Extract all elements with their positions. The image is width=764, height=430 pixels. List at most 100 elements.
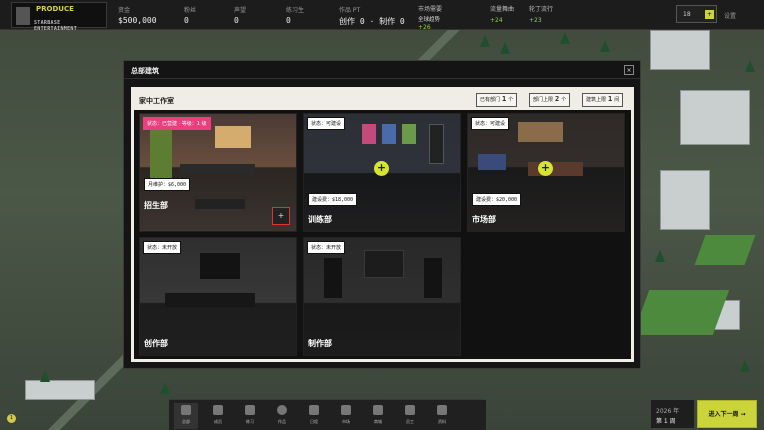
nav-data[interactable]: 资料 <box>430 403 454 429</box>
trend-value: +23 <box>529 17 542 24</box>
nav-label: 员工 <box>406 419 414 424</box>
department-name: 市场部 <box>472 215 496 224</box>
person-icon <box>213 405 223 415</box>
speed-control[interactable]: 18 + <box>676 5 717 23</box>
tree <box>560 32 570 44</box>
department-name: 训练部 <box>308 215 332 224</box>
nav-label: 资料 <box>438 419 446 424</box>
tree <box>655 250 665 262</box>
upkeep-label: 月维护：$6,000 <box>144 178 191 191</box>
nav-label: 总部 <box>182 419 190 424</box>
building-icon <box>181 405 191 415</box>
building <box>680 90 750 145</box>
control-plus-button[interactable]: + <box>705 10 714 19</box>
stat-label: 资金 <box>118 7 131 14</box>
trend-dance[interactable]: 流量舞曲 +24 <box>490 4 514 24</box>
tree <box>160 382 170 394</box>
nav-hq[interactable]: 总部 <box>174 403 198 429</box>
week-label: 第 1 周 <box>656 418 676 425</box>
logo-mark-icon <box>16 7 30 25</box>
document-icon <box>437 405 447 415</box>
nav-label: 商城 <box>374 419 382 424</box>
stat-trainees: 练习生 0 <box>286 5 304 25</box>
nav-label: 作品 <box>278 419 286 424</box>
status-tag: 状态：可建设 <box>307 117 346 130</box>
staff-icon <box>405 405 415 415</box>
nav-staff[interactable]: 员工 <box>398 403 422 429</box>
build-cost-label: 建设费：$18,000 <box>308 193 358 206</box>
logo-title: PRODUCE <box>36 5 74 13</box>
department-name: 招生部 <box>144 201 168 210</box>
stat-works: 作品 PT 创作 0 · 制作 0 <box>339 5 405 27</box>
stat-label: 作品 PT <box>339 7 361 14</box>
studio-header: 家中工作室 已有部门 1 个 部门上限 2 个 建筑上限 1 间 <box>134 90 631 110</box>
pill-unit: 个 <box>561 97 567 103</box>
stat-label: 练习生 <box>286 7 305 14</box>
department-card-marketing[interactable]: 状态：可建设 + 建设费：$20,000 市场部 <box>467 113 625 232</box>
notification-badge[interactable]: 1 <box>7 414 16 423</box>
pill-label: 部门上限 <box>533 97 554 103</box>
game-screen: PRODUCE STARBASE ENTERTAINMENT 资金 $500,0… <box>0 0 764 430</box>
nav-schedule[interactable]: 日程 <box>302 403 326 429</box>
pill-label: 建筑上限 <box>586 97 607 103</box>
build-cost-label: 建设费：$20,000 <box>472 193 522 206</box>
building <box>660 170 710 230</box>
pill-label: 已有部门 <box>480 97 501 103</box>
tree <box>40 370 50 382</box>
shop-icon <box>373 405 383 415</box>
department-card-training[interactable]: 状态：可建设 + 建设费：$18,000 训练部 <box>303 113 461 232</box>
stat-value: 创作 0 · 制作 0 <box>339 17 405 26</box>
close-button[interactable]: × <box>624 65 634 75</box>
top-bar: PRODUCE STARBASE ENTERTAINMENT 资金 $500,0… <box>0 0 764 32</box>
stat-label: 声望 <box>234 7 247 14</box>
tree <box>745 60 755 72</box>
build-button[interactable]: + <box>374 161 389 176</box>
dialog-header: 总部建筑 × <box>124 61 640 79</box>
building <box>650 30 710 70</box>
settings-button[interactable]: 设置 <box>724 11 736 20</box>
nav-label: 练习 <box>246 419 254 424</box>
trend-title: 流量舞曲 <box>490 6 515 13</box>
trend-pop[interactable]: 轮丁流行 +23 <box>529 4 553 24</box>
pill-unit: 个 <box>508 97 514 103</box>
tree <box>480 35 490 47</box>
tree <box>600 40 610 52</box>
nav-members[interactable]: 成员 <box>206 403 230 429</box>
add-staff-button[interactable]: + <box>272 207 290 225</box>
disc-icon <box>277 405 287 415</box>
hq-buildings-dialog: 总部建筑 × 家中工作室 已有部门 1 个 部门上限 2 个 建筑上限 1 间 状态：已营建… <box>123 60 641 369</box>
stat-value: $500,000 <box>118 16 157 25</box>
department-card-production: 状态：未开放 制作部 <box>303 237 461 356</box>
tree <box>500 42 510 54</box>
studio-logo: PRODUCE STARBASE ENTERTAINMENT <box>11 2 107 32</box>
studio-title: 家中工作室 <box>139 97 174 105</box>
practice-icon <box>245 405 255 415</box>
nav-shop[interactable]: 商城 <box>366 403 390 429</box>
stat-reputation: 声望 0 <box>234 5 246 25</box>
department-name: 创作部 <box>144 339 168 348</box>
nav-market[interactable]: 市场 <box>334 403 358 429</box>
pill-departments-owned: 已有部门 1 个 <box>476 93 518 107</box>
stat-funds: 资金 $500,000 <box>118 5 157 25</box>
dialog-title: 总部建筑 <box>131 67 159 75</box>
nav-practice[interactable]: 练习 <box>238 403 262 429</box>
week-display: 2026 年 第 1 周 <box>651 400 694 428</box>
trend-market[interactable]: 市场需要 全球趋势 +26 <box>418 4 442 31</box>
stat-fans: 粉丝 0 <box>184 5 196 25</box>
build-button[interactable]: + <box>538 161 553 176</box>
status-tag: 状态：可建设 <box>471 117 510 130</box>
status-tag: 状态：未开放 <box>307 241 346 254</box>
grass-block <box>632 290 730 335</box>
tree <box>740 360 750 372</box>
pill-value: 1 <box>608 95 613 103</box>
pill-department-limit: 部门上限 2 个 <box>529 93 571 107</box>
stat-value: 0 <box>286 16 291 25</box>
next-week-button[interactable]: 进入下一周 → <box>697 400 757 428</box>
nav-works[interactable]: 作品 <box>270 403 294 429</box>
control-value: 18 <box>683 11 691 18</box>
logo-subtitle: STARBASE ENTERTAINMENT <box>34 20 78 32</box>
bottom-nav: 总部 成员 练习 作品 日程 市场 商城 员工 资料 <box>169 399 486 430</box>
stat-value: 0 <box>184 16 189 25</box>
trend-value: +24 <box>490 17 503 24</box>
department-card-recruitment[interactable]: 状态：已营建 · 等级：1 级 月维护：$6,000 招生部 + <box>139 113 297 232</box>
